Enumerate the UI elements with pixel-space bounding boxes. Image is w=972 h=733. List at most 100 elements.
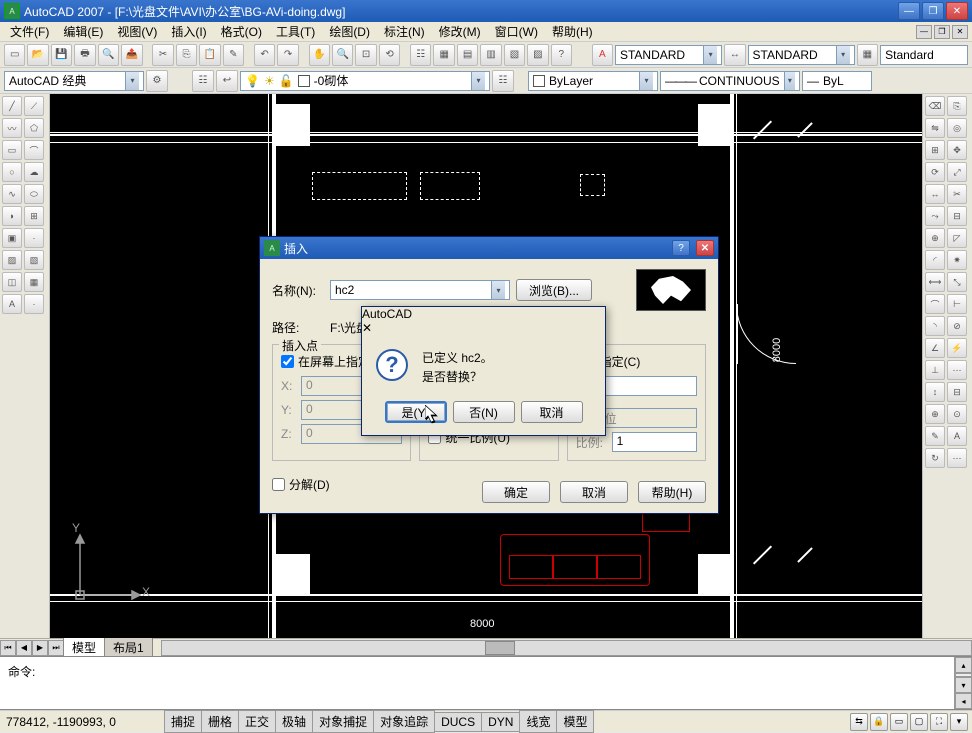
close-button[interactable]: ✕ [946,2,968,20]
dim-more-icon[interactable]: ⋯ [947,448,967,468]
tab-prev-icon[interactable]: ◀ [16,640,32,656]
menu-dimension[interactable]: 标注(N) [378,21,431,42]
chevron-down-icon[interactable]: ▾ [703,46,717,64]
yes-button[interactable]: 是(Y) [385,401,447,423]
scroll-left-icon[interactable]: ◂ [955,693,972,709]
rectangle-icon[interactable]: ▭ [2,140,22,160]
menu-help[interactable]: 帮助(H) [546,21,599,42]
menu-modify[interactable]: 修改(M) [433,21,487,42]
chevron-down-icon[interactable]: ▾ [639,72,653,90]
scroll-down-icon[interactable]: ▾ [955,677,972,693]
cmd-scrollbar[interactable]: ▴ ▾ ◂ [954,657,972,709]
trim-icon[interactable]: ✂ [947,184,967,204]
zoom-prev-icon[interactable]: ⟲ [379,44,400,66]
scroll-up-icon[interactable]: ▴ [955,657,972,673]
extra-icon[interactable]: · [24,294,44,314]
arc-icon[interactable]: ⌒ [24,140,44,160]
mirror-icon[interactable]: ⇋ [925,118,945,138]
explode-icon[interactable]: ✷ [947,250,967,270]
msgbox-cancel-button[interactable]: 取消 [521,401,583,423]
ellipse-icon[interactable]: ⬭ [24,184,44,204]
layerprev-icon[interactable]: ↩ [216,70,238,92]
dim-ang-icon[interactable]: ∠ [925,338,945,358]
textstyle-icon[interactable]: A [592,44,613,66]
layermgr-icon[interactable]: ☷ [192,70,214,92]
dimstyle-combo[interactable]: STANDARD▾ [748,45,855,65]
ws-settings-icon[interactable]: ⚙ [146,70,168,92]
insert-icon[interactable]: ⊞ [24,206,44,226]
messagebox-titlebar[interactable]: AutoCAD ✕ [362,307,605,335]
menu-view[interactable]: 视图(V) [111,21,163,42]
revcloud-icon[interactable]: ☁ [24,162,44,182]
dim-rad-icon[interactable]: ◝ [925,316,945,336]
tab-model[interactable]: 模型 [63,637,105,658]
dimtedit-icon[interactable]: A [947,426,967,446]
zoom-rt-icon[interactable]: 🔍 [332,44,353,66]
insert-dialog-titlebar[interactable]: A 插入 ? ✕ [260,237,718,259]
mdi-close-button[interactable]: ✕ [952,25,968,39]
pan-icon[interactable]: ✋ [309,44,330,66]
browse-button[interactable]: 浏览(B)... [516,279,592,301]
menu-insert[interactable]: 插入(I) [165,21,212,42]
dim-cont-icon[interactable]: ⋯ [947,360,967,380]
chevron-down-icon[interactable]: ▾ [836,46,850,64]
mdi-minimize-button[interactable]: — [916,25,932,39]
layer-tools-icon[interactable]: ☷ [492,70,514,92]
command-line[interactable]: 命令: ▴ ▾ ◂ [0,656,972,710]
menu-edit[interactable]: 编辑(E) [57,21,109,42]
chamfer-icon[interactable]: ◸ [947,228,967,248]
mdi-restore-button[interactable]: ❐ [934,25,950,39]
tolerance-icon[interactable]: ⊕ [925,404,945,424]
lineweight-combo[interactable]: — ByL [802,71,872,91]
dim-align-icon[interactable]: ⤡ [947,272,967,292]
markup-icon[interactable]: ▧ [504,44,525,66]
tab-next-icon[interactable]: ▶ [32,640,48,656]
dim-base-icon[interactable]: ⊥ [925,360,945,380]
tray-tool-icon[interactable]: ▭ [890,713,908,731]
tray-comm-icon[interactable]: ⇆ [850,713,868,731]
dim-lin-icon[interactable]: ⟷ [925,272,945,292]
circle-icon[interactable]: ○ [2,162,22,182]
dialog-help-button[interactable]: ? [672,240,690,256]
save-icon[interactable]: 💾 [51,44,72,66]
layer-combo[interactable]: 💡 ☀ 🔓 -0砌体 ▾ [240,71,490,91]
stretch-icon[interactable]: ↔ [925,184,945,204]
dcenter-icon[interactable]: ▦ [433,44,454,66]
calc-icon[interactable]: ▨ [527,44,548,66]
zoom-win-icon[interactable]: ⊡ [355,44,376,66]
xline-icon[interactable]: ⟋ [24,96,44,116]
ducs-toggle[interactable]: DUCS [434,712,482,732]
copy2-icon[interactable]: ⎘ [947,96,967,116]
tablestyle-icon[interactable]: ▦ [857,44,878,66]
ratio-field[interactable]: 1 [612,432,697,452]
dyn-toggle[interactable]: DYN [481,712,520,732]
preview-icon[interactable]: 🔍 [98,44,119,66]
help-button[interactable]: 帮助(H) [638,481,706,503]
match-icon[interactable]: ✎ [223,44,244,66]
break-icon[interactable]: ⊟ [947,206,967,226]
point-icon[interactable]: · [24,228,44,248]
table-icon[interactable]: ▦ [24,272,44,292]
publish-icon[interactable]: 📤 [121,44,142,66]
specify-onscreen-checkbox[interactable] [281,355,294,368]
mtext-icon[interactable]: A [2,294,22,314]
rotate-icon[interactable]: ⟳ [925,162,945,182]
spline-icon[interactable]: ∿ [2,184,22,204]
dim-ord-icon[interactable]: ⊢ [947,294,967,314]
cancel-button[interactable]: 取消 [560,481,628,503]
scale-icon[interactable]: ⤢ [947,162,967,182]
extend-icon[interactable]: ⤳ [925,206,945,226]
move-icon[interactable]: ✥ [947,140,967,160]
props-icon[interactable]: ☷ [410,44,431,66]
explode-checkbox[interactable] [272,478,285,491]
menu-draw[interactable]: 绘图(D) [323,21,376,42]
region-icon[interactable]: ◫ [2,272,22,292]
join-icon[interactable]: ⊕ [925,228,945,248]
menu-file[interactable]: 文件(F) [4,21,55,42]
paste-icon[interactable]: 📋 [199,44,220,66]
tab-layout1[interactable]: 布局1 [104,637,153,658]
help-icon[interactable]: ? [551,44,572,66]
fillet-icon[interactable]: ◜ [925,250,945,270]
textstyle-combo[interactable]: STANDARD▾ [615,45,722,65]
block-icon[interactable]: ▣ [2,228,22,248]
